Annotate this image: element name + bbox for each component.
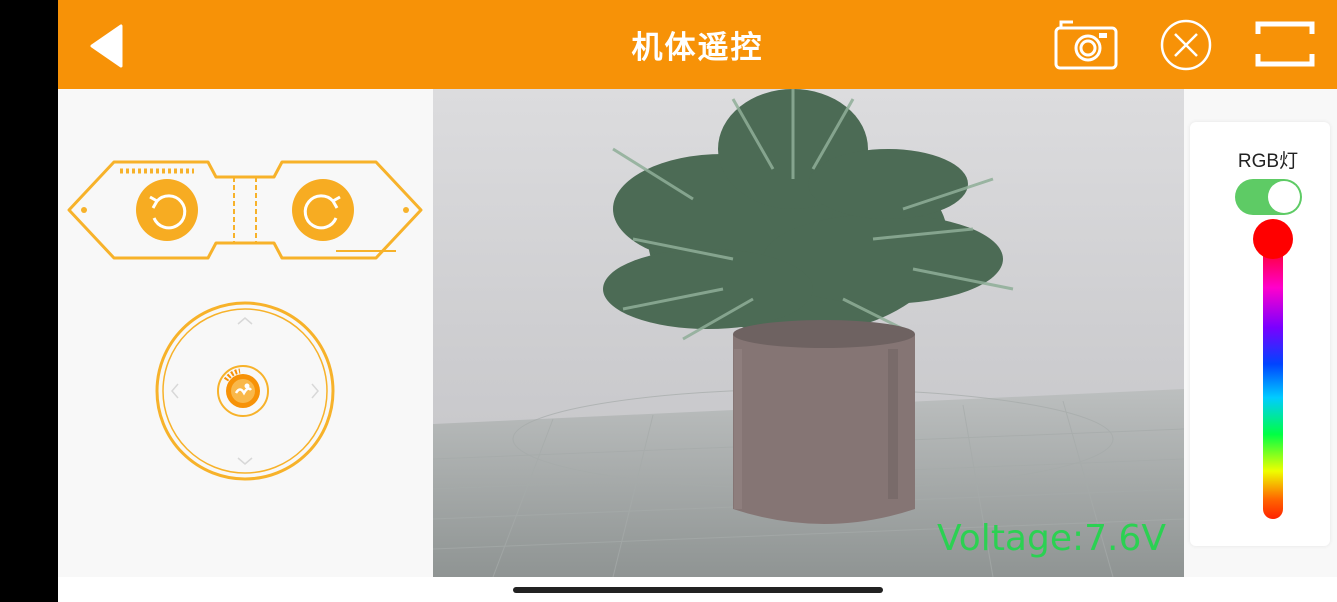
camera-button[interactable] <box>1051 16 1121 72</box>
left-black-margin <box>0 0 58 602</box>
arrow-right-icon <box>311 383 319 399</box>
video-frame <box>433 89 1184 577</box>
fullscreen-button[interactable] <box>1254 16 1316 72</box>
camera-video-feed: Voltage:7.6V <box>433 89 1184 577</box>
control-panel <box>58 89 433 577</box>
arrow-down-icon <box>237 457 253 465</box>
arrow-up-icon <box>237 317 253 325</box>
rgb-panel: RGB灯 <box>1184 89 1337 577</box>
close-button[interactable] <box>1156 16 1216 72</box>
home-indicator[interactable] <box>513 587 883 593</box>
close-circle-icon <box>1160 19 1212 71</box>
camera-icon <box>1054 20 1118 70</box>
voltage-readout: Voltage:7.6V <box>936 518 1166 559</box>
rgb-label: RGB灯 <box>1237 151 1299 172</box>
joystick-knob-icon[interactable] <box>217 365 269 417</box>
color-slider-track[interactable] <box>1263 237 1283 519</box>
toggle-knob <box>1268 181 1300 213</box>
arrow-left-icon <box>171 383 179 399</box>
rotate-right-button[interactable] <box>292 179 354 241</box>
page-title: 机体遥控 <box>631 30 764 66</box>
joystick[interactable] <box>154 300 336 482</box>
rgb-color-slider[interactable] <box>1253 219 1293 519</box>
rotation-control-panel <box>67 160 423 260</box>
color-slider-handle[interactable] <box>1253 219 1293 259</box>
rgb-toggle[interactable] <box>1235 179 1302 215</box>
rotate-left-button[interactable] <box>136 179 198 241</box>
rgb-card: RGB灯 <box>1190 122 1330 546</box>
fullscreen-icon <box>1255 21 1315 67</box>
app-header: 机体遥控 <box>58 0 1337 89</box>
